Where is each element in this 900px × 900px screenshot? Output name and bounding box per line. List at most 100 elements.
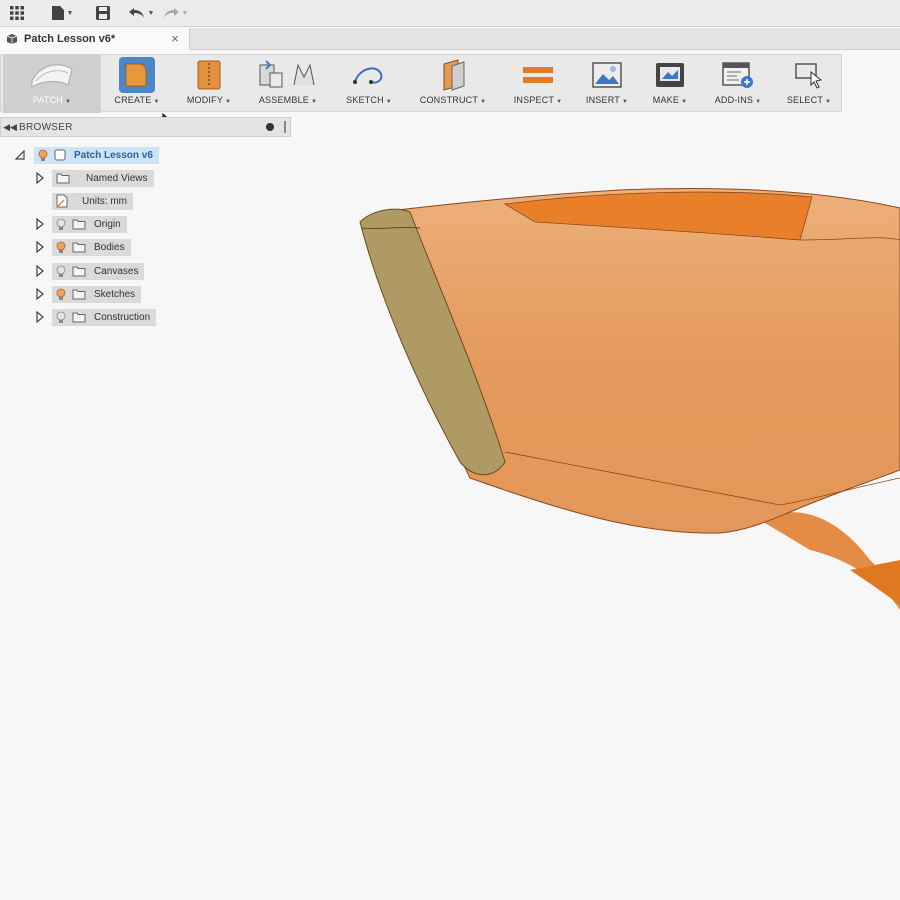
- workspace-switcher[interactable]: PATCH ▼: [3, 55, 101, 113]
- tree-node-canvases[interactable]: Canvases: [52, 262, 145, 280]
- chevron-down-icon: ▼: [310, 99, 318, 105]
- app-grid-icon: [10, 6, 24, 20]
- modify-menu[interactable]: MODIFY ▼: [181, 55, 237, 113]
- make-menu[interactable]: MAKE ▼: [647, 55, 693, 113]
- tree-node-units[interactable]: Units: mm: [52, 192, 133, 210]
- insert-label: INSERT: [585, 95, 620, 105]
- lightbulb-icon[interactable]: [56, 218, 66, 231]
- document-icon: [6, 34, 18, 44]
- chevron-down-icon: ▼: [153, 99, 160, 105]
- folder-icon: [56, 173, 70, 183]
- sketch-arc-icon: [353, 67, 383, 84]
- close-icon[interactable]: ×: [167, 31, 183, 47]
- browser-panel-header: ◀◀ BROWSER: [0, 117, 291, 137]
- chevron-down-icon: ▼: [385, 99, 392, 105]
- undo-button[interactable]: ▼: [124, 0, 158, 27]
- collapsed-triangle-icon[interactable]: [34, 241, 46, 253]
- chevron-down-icon: ▼: [556, 99, 563, 105]
- create-menu[interactable]: CREATE ▼: [113, 55, 161, 113]
- file-icon: [51, 6, 64, 20]
- tree-root-label: Patch Lesson v6: [74, 149, 153, 161]
- tree-item-canvases[interactable]: Canvases: [34, 261, 145, 281]
- folder-icon: [72, 312, 86, 322]
- tree-item-origin[interactable]: Origin: [34, 214, 127, 234]
- tree-item-label: Canvases: [94, 265, 139, 277]
- tree-node-bodies[interactable]: Bodies: [52, 238, 131, 256]
- file-menu-button[interactable]: ▼: [44, 0, 80, 27]
- save-button[interactable]: [88, 0, 118, 27]
- collapse-panel-icon[interactable]: ◀◀: [1, 122, 19, 133]
- panel-handle-icon[interactable]: [284, 121, 286, 133]
- chevron-down-icon: ▼: [66, 9, 74, 17]
- tree-item-label: Bodies: [94, 241, 125, 253]
- tree-item-named-views[interactable]: Named Views: [34, 168, 154, 188]
- handle-surface[interactable]: [760, 512, 900, 610]
- tree-root-node[interactable]: Patch Lesson v6: [34, 146, 159, 164]
- image-insert-icon: [592, 62, 622, 88]
- stitch-icon: [197, 60, 221, 90]
- lightbulb-icon[interactable]: [56, 241, 66, 254]
- tree-node-named-views[interactable]: Named Views: [52, 169, 154, 187]
- collapsed-triangle-icon[interactable]: [34, 218, 46, 230]
- tree-node-construction[interactable]: Construction: [52, 308, 157, 326]
- units-document-icon: [56, 194, 68, 208]
- collapsed-triangle-icon[interactable]: [34, 265, 46, 277]
- chevron-down-icon: ▼: [181, 9, 189, 17]
- expanded-triangle-icon[interactable]: [14, 149, 26, 161]
- tree-root-row[interactable]: Patch Lesson v6: [14, 145, 159, 165]
- document-tab[interactable]: Patch Lesson v6* ×: [0, 28, 190, 50]
- tree-item-label: Named Views: [86, 172, 148, 184]
- lightbulb-icon[interactable]: [56, 265, 66, 278]
- chevron-down-icon: ▼: [755, 99, 762, 105]
- lightbulb-icon[interactable]: [56, 288, 66, 301]
- tree-item-label: Origin: [94, 218, 121, 230]
- tree-item-bodies[interactable]: Bodies: [34, 237, 131, 257]
- select-menu[interactable]: SELECT ▼: [781, 55, 837, 113]
- inspect-menu[interactable]: INSPECT ▼: [509, 55, 567, 113]
- document-tab-bar: Patch Lesson v6* ×: [0, 28, 900, 50]
- measure-icon: [523, 67, 553, 83]
- tree-item-units[interactable]: Units: mm: [52, 191, 133, 211]
- collapsed-triangle-icon[interactable]: [34, 288, 46, 300]
- document-tab-title: Patch Lesson v6*: [24, 33, 116, 45]
- redo-button[interactable]: ▼: [158, 0, 192, 27]
- sketch-menu[interactable]: SKETCH ▼: [341, 55, 397, 113]
- lightbulb-icon[interactable]: [38, 149, 48, 162]
- folder-icon: [72, 219, 86, 229]
- patch-workspace-icon: [31, 64, 73, 88]
- tree-node-sketches[interactable]: Sketches: [52, 285, 142, 303]
- app-grid-button[interactable]: [0, 0, 34, 27]
- tree-item-sketches[interactable]: Sketches: [34, 284, 142, 304]
- folder-icon: [72, 266, 86, 276]
- lightbulb-icon[interactable]: [56, 311, 66, 324]
- select-cursor-icon: [795, 63, 823, 89]
- undo-icon: [128, 8, 144, 18]
- construct-label: CONSTRUCT: [419, 95, 479, 105]
- make-label: MAKE: [652, 95, 680, 105]
- save-icon: [96, 6, 110, 20]
- pin-icon[interactable]: [266, 123, 274, 131]
- 3d-print-icon: [656, 63, 684, 87]
- insert-menu[interactable]: INSERT ▼: [581, 55, 633, 113]
- tree-item-label: Construction: [94, 311, 151, 323]
- chevron-down-icon: ▼: [65, 99, 72, 105]
- tree-item-label: Units: mm: [82, 195, 127, 207]
- tree-item-label: Sketches: [94, 288, 136, 300]
- assemble-icon: [259, 60, 315, 88]
- collapsed-triangle-icon[interactable]: [34, 172, 46, 184]
- assemble-label: ASSEMBLE: [258, 95, 309, 105]
- add-ins-label: ADD-INS: [714, 95, 754, 105]
- assemble-menu[interactable]: ASSEMBLE ▼: [253, 55, 323, 113]
- main-toolbar: PATCH ▼ CREATE ▼ MODIFY ▼ ASSEMBLE ▼ SKE…: [0, 54, 842, 113]
- collapsed-triangle-icon[interactable]: [34, 311, 46, 323]
- chevron-down-icon: ▼: [681, 99, 688, 105]
- inspect-label: INSPECT: [513, 95, 555, 105]
- sketch-label: SKETCH: [346, 95, 384, 105]
- chevron-down-icon: ▼: [147, 9, 155, 17]
- tree-item-construction[interactable]: Construction: [34, 307, 157, 327]
- construct-menu[interactable]: CONSTRUCT ▼: [415, 55, 491, 113]
- folder-icon: [72, 289, 86, 299]
- tree-node-origin[interactable]: Origin: [52, 215, 127, 233]
- select-label: SELECT: [786, 95, 824, 105]
- add-ins-menu[interactable]: ADD-INS ▼: [705, 55, 771, 113]
